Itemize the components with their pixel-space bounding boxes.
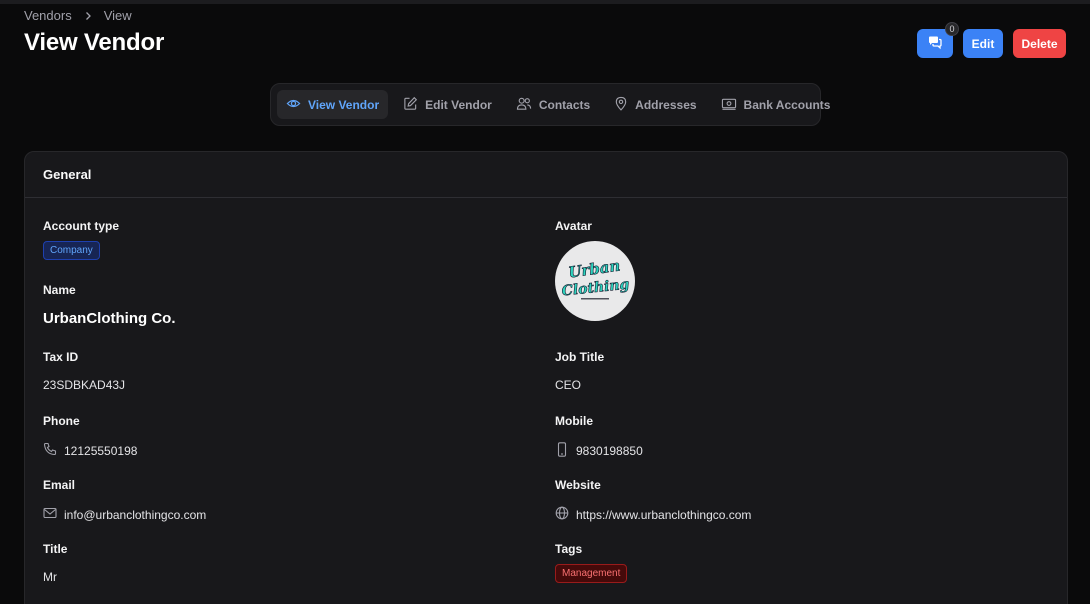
tab-label: Addresses: [635, 97, 697, 112]
phone-icon: [43, 442, 57, 459]
tab-bank-accounts[interactable]: Bank Accounts: [712, 90, 840, 119]
tab-view-vendor[interactable]: View Vendor: [277, 90, 389, 119]
title-value: Mr: [43, 570, 57, 584]
comment-count-badge: 0: [945, 22, 959, 36]
account-type-label: Account type: [43, 219, 120, 233]
title-field: Title Mr: [43, 542, 67, 584]
avatar-field: Avatar Urban Clothing: [555, 219, 635, 321]
website-field: Website https://www.urbanclothingco.com: [555, 478, 751, 523]
name-value: UrbanClothing Co.: [43, 310, 176, 327]
mobile-row: 9830198850: [555, 442, 643, 460]
breadcrumb-vendors[interactable]: Vendors: [24, 8, 72, 23]
delete-button[interactable]: Delete: [1013, 29, 1066, 58]
tag-badge: Management: [555, 564, 628, 583]
map-pin-icon: [614, 96, 628, 114]
tab-label: Bank Accounts: [743, 97, 831, 112]
tab-label: View Vendor: [308, 97, 380, 112]
avatar-label: Avatar: [555, 219, 592, 233]
website-link[interactable]: https://www.urbanclothingco.com: [576, 508, 751, 522]
tax-id-value: 23SDBKAD43J: [43, 378, 126, 392]
pencil-square-icon: [403, 96, 418, 114]
mobile-label: Mobile: [555, 414, 593, 428]
breadcrumb: Vendors View: [24, 8, 132, 23]
phone-field: Phone 12125550198: [43, 414, 137, 459]
email-row: info@urbanclothingco.com: [43, 506, 206, 523]
tab-label: Contacts: [538, 97, 591, 112]
users-icon: [516, 96, 532, 114]
tags-field: Tags Management: [555, 542, 628, 583]
website-row: https://www.urbanclothingco.com: [555, 506, 751, 523]
name-label: Name: [43, 283, 76, 297]
banknote-icon: [721, 96, 737, 114]
eye-icon: [286, 96, 301, 114]
title-label: Title: [43, 542, 68, 556]
tab-addresses[interactable]: Addresses: [605, 90, 705, 119]
tab-label: Edit Vendor: [425, 97, 492, 112]
urban-clothing-logo-image: Urban Clothing: [561, 256, 631, 300]
phone-label: Phone: [43, 414, 80, 428]
tax-id-field: Tax ID 23SDBKAD43J: [43, 350, 125, 392]
page-title: View Vendor: [24, 29, 165, 56]
globe-icon: [555, 506, 569, 523]
mobile-field: Mobile 9830198850: [555, 414, 643, 460]
email-field: Email info@urbanclothingco.com: [43, 478, 206, 523]
section-title: General: [25, 152, 1067, 198]
comments-button[interactable]: 0: [917, 22, 959, 58]
email-value[interactable]: info@urbanclothingco.com: [64, 508, 206, 522]
website-label: Website: [555, 478, 601, 492]
account-type-badge: Company: [43, 241, 100, 260]
top-border: [0, 0, 1090, 4]
mobile-phone-icon: [555, 442, 569, 460]
tab-edit-vendor[interactable]: Edit Vendor: [394, 90, 501, 119]
account-type-field: Account type Company: [43, 219, 119, 260]
name-field: Name UrbanClothing Co.: [43, 283, 175, 327]
envelope-icon: [43, 506, 57, 523]
job-title-value: CEO: [555, 378, 582, 392]
edit-button[interactable]: Edit: [963, 29, 1003, 58]
general-section: General Account type Company Name UrbanC…: [24, 151, 1068, 604]
tags-label: Tags: [555, 542, 583, 556]
tab-contacts[interactable]: Contacts: [507, 90, 599, 119]
job-title-field: Job Title CEO: [555, 350, 604, 392]
record-tabs: View Vendor Edit Vendor Contacts Address…: [270, 83, 830, 126]
tax-id-label: Tax ID: [43, 350, 79, 364]
email-label: Email: [43, 478, 76, 492]
breadcrumb-view: View: [103, 8, 132, 23]
mobile-value[interactable]: 9830198850: [576, 444, 643, 458]
job-title-label: Job Title: [555, 350, 605, 364]
avatar: Urban Clothing: [555, 241, 635, 321]
chat-bubbles-icon: [927, 34, 943, 53]
header-actions: 0 Edit Delete: [917, 22, 1066, 58]
chevron-right-icon: [82, 10, 94, 22]
phone-row: 12125550198: [43, 442, 137, 459]
phone-value[interactable]: 12125550198: [64, 444, 137, 458]
